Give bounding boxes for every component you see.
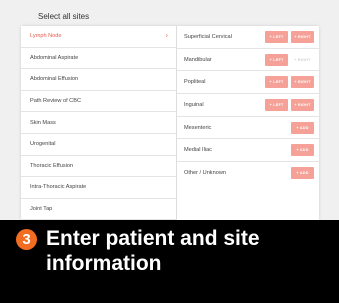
site-selection-panel: Lymph Node › Abdominal Aspirate Abdominal E… <box>21 26 319 220</box>
site-item[interactable]: Skin Mass <box>21 112 176 134</box>
site-item[interactable]: Abdominal Aspirate <box>21 48 176 70</box>
subsite-button-group: + LEFT + RIGHT <box>265 53 314 66</box>
subsite-button-group: + LEFT + RIGHT <box>265 98 314 111</box>
subsite-item-label: Other / Unknown <box>184 170 226 177</box>
subsite-item-label: Mandibular <box>184 56 212 63</box>
chevron-right-icon: › <box>165 32 168 40</box>
add-left-button[interactable]: + LEFT <box>265 76 288 89</box>
site-item[interactable]: Joint Tap <box>21 199 176 220</box>
add-right-button[interactable]: + RIGHT <box>291 76 314 89</box>
site-item-label: Thoracic Effusion <box>30 162 74 169</box>
subsite-item: Superficial Cervical + LEFT + RIGHT <box>177 26 319 49</box>
subsite-item: Mandibular + LEFT + RIGHT <box>177 49 319 72</box>
subsite-item-label: Mesenteric <box>184 124 212 131</box>
site-item-label: Joint Tap <box>30 206 53 213</box>
add-right-button[interactable]: + RIGHT <box>291 98 314 111</box>
page-title: Select all sites <box>38 12 90 21</box>
subsite-button-group: + ADD <box>291 121 314 134</box>
subsite-item: Popliteal + LEFT + RIGHT <box>177 71 319 95</box>
add-left-button[interactable]: + LEFT <box>265 98 288 111</box>
site-item-label: Intra-Thoracic Aspirate <box>30 184 87 191</box>
app-screen: Select all sites Lymph Node › Abdominal As… <box>0 0 339 220</box>
site-item[interactable]: Thoracic Effusion <box>21 156 176 178</box>
subsite-button-group: + ADD <box>291 144 314 157</box>
site-item-label: Urogenital <box>30 141 56 148</box>
site-item-label: Abdominal Aspirate <box>30 54 79 61</box>
caption-banner: 3 Enter patient and site information <box>0 220 339 303</box>
caption-text: Enter patient and site information <box>46 227 260 275</box>
subsite-item-label: Medial Iliac <box>184 147 212 154</box>
add-left-button[interactable]: + LEFT <box>265 30 288 43</box>
site-item[interactable]: Urogenital <box>21 134 176 156</box>
subsite-item: Mesenteric + ADD <box>177 117 319 140</box>
add-button[interactable]: + ADD <box>291 167 314 180</box>
subsite-item: Other / Unknown + ADD <box>177 162 319 185</box>
subsite-item-label: Superficial Cervical <box>184 33 232 40</box>
subsite-button-group: + ADD <box>291 167 314 180</box>
step-number-badge: 3 <box>16 229 37 250</box>
site-item[interactable]: Lymph Node › <box>21 26 176 48</box>
site-item-label: Path Review of CBC <box>30 98 81 105</box>
add-left-button[interactable]: + LEFT <box>265 53 288 66</box>
subsite-list: Superficial Cervical + LEFT + RIGHT Mandibu… <box>177 26 319 220</box>
site-list: Lymph Node › Abdominal Aspirate Abdominal E… <box>21 26 176 220</box>
site-item-label: Skin Mass <box>30 119 56 126</box>
site-item[interactable]: Path Review of CBC <box>21 91 176 113</box>
add-right-button: + RIGHT <box>294 57 311 62</box>
subsite-item: Medial Iliac + ADD <box>177 139 319 163</box>
add-button[interactable]: + ADD <box>291 144 314 157</box>
subsite-button-group: + LEFT + RIGHT <box>265 30 314 43</box>
add-button[interactable]: + ADD <box>291 121 314 134</box>
site-item-label: Abdominal Effusion <box>30 76 79 83</box>
add-right-button[interactable]: + RIGHT <box>291 30 314 43</box>
subsite-item: Inguinal + LEFT + RIGHT <box>177 94 319 117</box>
site-item[interactable]: Intra-Thoracic Aspirate <box>21 177 176 199</box>
subsite-item-label: Inguinal <box>184 101 204 108</box>
site-item-label: Lymph Node <box>30 33 62 40</box>
subsite-button-group: + LEFT + RIGHT <box>265 76 314 89</box>
subsite-item-label: Popliteal <box>184 79 206 86</box>
site-item[interactable]: Abdominal Effusion <box>21 69 176 91</box>
